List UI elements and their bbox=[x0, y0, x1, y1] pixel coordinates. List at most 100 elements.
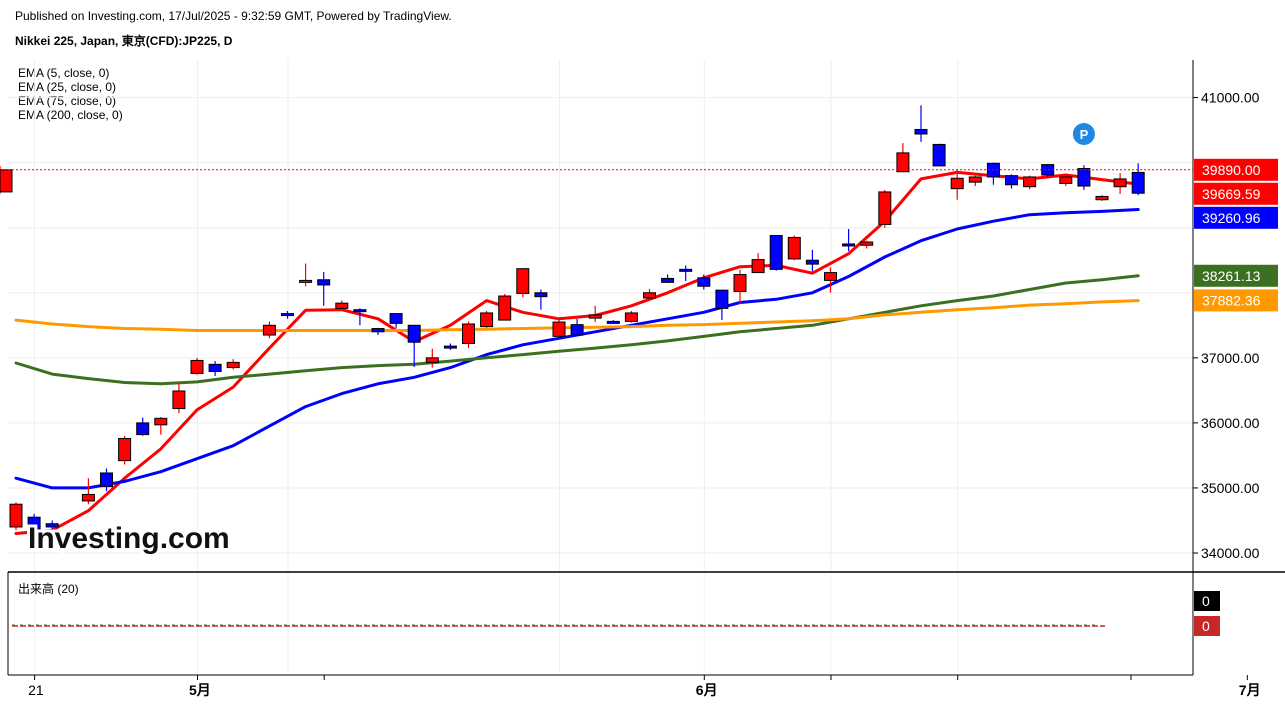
candle bbox=[0, 165, 13, 194]
candle bbox=[715, 289, 729, 321]
candle-body bbox=[932, 143, 946, 167]
candle-body bbox=[480, 312, 494, 328]
candle-body bbox=[950, 177, 964, 190]
candle-body bbox=[462, 323, 475, 345]
candle-body bbox=[407, 324, 421, 343]
candle bbox=[299, 263, 313, 287]
price-tag-label: 37882.36 bbox=[1202, 292, 1261, 308]
volume-tag-label: 0 bbox=[1202, 618, 1210, 634]
x-tick-label: 21 bbox=[28, 682, 44, 698]
x-tick-label: 6月 bbox=[696, 682, 718, 698]
candle-body bbox=[389, 313, 403, 324]
candle bbox=[335, 300, 349, 311]
candle bbox=[443, 343, 457, 351]
candle-body bbox=[0, 169, 13, 193]
candle bbox=[661, 274, 675, 284]
volume-tag-label: 0 bbox=[1202, 593, 1210, 609]
candle-body bbox=[1005, 175, 1018, 186]
candle bbox=[226, 359, 240, 370]
candles bbox=[0, 105, 1145, 540]
candle bbox=[136, 417, 150, 436]
y-tick-label: 35000.00 bbox=[1201, 480, 1260, 496]
candle bbox=[1023, 175, 1037, 190]
candle bbox=[425, 348, 439, 368]
candle-body bbox=[317, 279, 331, 286]
candle bbox=[914, 105, 928, 142]
candle-body bbox=[443, 345, 457, 349]
candle bbox=[932, 143, 946, 167]
candle bbox=[805, 249, 819, 272]
y-tick-label: 37000.00 bbox=[1201, 350, 1260, 366]
candle-body bbox=[1059, 176, 1073, 184]
candle-body bbox=[588, 314, 602, 319]
candle bbox=[1095, 195, 1109, 202]
candle bbox=[480, 310, 494, 328]
price-tag-label: 38261.13 bbox=[1202, 268, 1261, 284]
candle-body bbox=[878, 191, 892, 225]
candle bbox=[842, 229, 856, 252]
candle bbox=[208, 361, 222, 377]
candle-body bbox=[190, 359, 204, 374]
candle-body bbox=[9, 503, 23, 528]
candle-body bbox=[154, 417, 168, 426]
candle-body bbox=[896, 152, 910, 173]
candle-body bbox=[172, 390, 186, 410]
candle-body bbox=[1041, 164, 1055, 176]
axes: 34000.00 35000.00 36000.00 37000.00 41000.00… bbox=[7, 60, 1285, 698]
candle-body bbox=[733, 274, 747, 292]
candle bbox=[317, 271, 331, 306]
candle bbox=[606, 320, 620, 324]
candle-body bbox=[661, 277, 675, 283]
candle-body bbox=[226, 361, 240, 369]
candle-body bbox=[136, 422, 150, 436]
candle bbox=[552, 318, 566, 337]
candle-body bbox=[552, 321, 566, 337]
candle bbox=[769, 235, 783, 271]
candle bbox=[462, 321, 475, 349]
candle bbox=[371, 327, 385, 336]
candle-body bbox=[353, 309, 367, 313]
logo-text: Investing.com bbox=[28, 522, 230, 555]
candle-body bbox=[281, 313, 294, 317]
candle bbox=[878, 189, 892, 228]
candle-body bbox=[1095, 195, 1109, 201]
candle-body bbox=[425, 357, 439, 363]
grid bbox=[8, 60, 1193, 672]
x-tick-label: 5月 bbox=[189, 682, 211, 698]
candle-body bbox=[208, 363, 222, 372]
candle-body bbox=[516, 268, 530, 294]
candle-body bbox=[787, 236, 801, 260]
candle-body bbox=[914, 128, 928, 135]
candle bbox=[1131, 163, 1145, 196]
price-tag-label: 39669.59 bbox=[1202, 186, 1261, 202]
marker-label: P bbox=[1080, 127, 1089, 142]
candle-body bbox=[570, 324, 584, 336]
y-tick-label: 36000.00 bbox=[1201, 415, 1260, 431]
candle bbox=[624, 310, 638, 323]
price-chart[interactable]: 34000.00 35000.00 36000.00 37000.00 41000.00… bbox=[0, 0, 1285, 706]
candle-body bbox=[824, 272, 837, 281]
candle-body bbox=[1023, 176, 1037, 188]
candle-body bbox=[100, 472, 113, 488]
candle-body bbox=[697, 277, 711, 287]
price-tag-label: 39890.00 bbox=[1202, 162, 1261, 178]
candle-body bbox=[860, 241, 874, 246]
candle-body bbox=[624, 312, 638, 322]
candle-body bbox=[262, 324, 276, 336]
candle bbox=[9, 502, 23, 531]
candle bbox=[679, 265, 693, 282]
candle-body bbox=[968, 176, 982, 183]
candle-body bbox=[498, 295, 512, 321]
candle bbox=[534, 289, 548, 310]
candle-body bbox=[1131, 171, 1145, 194]
candle bbox=[281, 310, 294, 319]
candle-body bbox=[371, 328, 385, 333]
candle bbox=[498, 294, 512, 321]
candle bbox=[1113, 173, 1127, 194]
candle bbox=[787, 235, 801, 261]
candle-body bbox=[534, 292, 548, 298]
candle bbox=[81, 478, 95, 505]
volume-label: 出来高 (20) bbox=[18, 582, 79, 596]
x-tick-label: 7月 bbox=[1239, 682, 1261, 698]
candle-body bbox=[299, 279, 313, 283]
